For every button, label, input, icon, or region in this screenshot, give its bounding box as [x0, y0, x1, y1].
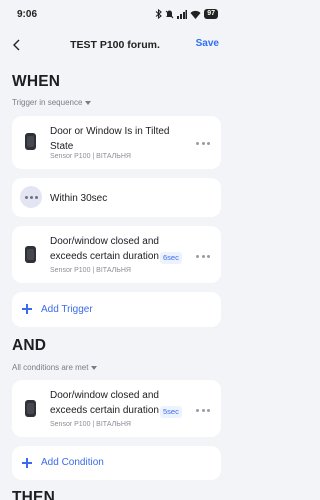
trigger-title: Door/window closed and exceeds certain d… [50, 236, 159, 262]
condition-subtitle: Sensor P100 | ВІТАЛЬНЯ [50, 421, 131, 428]
page-title: TEST P100 forum. [70, 39, 160, 51]
trigger-subtitle: Sensor P100 | ВІТАЛЬНЯ [50, 153, 131, 160]
condition-card-closed-duration[interactable]: Door/window closed and exceeds certain d… [12, 380, 221, 437]
header: TEST P100 forum. Save [0, 32, 230, 58]
trigger-card-delay[interactable]: Within 30sec [12, 178, 221, 217]
duration-tag: 6sec [160, 252, 182, 264]
back-arrow-icon[interactable] [10, 37, 24, 53]
condition-title: Door/window closed and exceeds certain d… [50, 390, 159, 416]
status-time: 9:06 [17, 8, 38, 20]
duration-tag: 5sec [160, 406, 182, 418]
then-section-title: THEN [12, 489, 55, 500]
add-condition-button[interactable]: Add Condition [12, 446, 221, 480]
dropdown-arrow-icon [85, 101, 92, 105]
more-dots-icon [20, 186, 42, 208]
plus-icon [22, 458, 32, 468]
add-trigger-label: Add Trigger [41, 304, 93, 315]
save-button[interactable]: Save [196, 38, 219, 49]
more-options-icon[interactable] [196, 254, 210, 258]
mute-icon [165, 10, 174, 18]
dropdown-arrow-icon [91, 366, 98, 370]
when-section-title: WHEN [12, 73, 61, 90]
more-options-icon[interactable] [196, 141, 210, 145]
bluetooth-icon [155, 9, 163, 19]
sensor-device-icon [25, 246, 36, 263]
sensor-device-icon [25, 400, 36, 417]
condition-mode-dropdown[interactable]: All conditions are met [12, 363, 98, 372]
signal-icon [177, 9, 188, 19]
more-options-icon[interactable] [196, 408, 210, 412]
sensor-device-icon [25, 133, 36, 150]
add-trigger-button[interactable]: Add Trigger [12, 292, 221, 327]
trigger-mode-dropdown[interactable]: Trigger in sequence [12, 98, 92, 107]
status-icons: 97 [155, 9, 218, 19]
wifi-icon [190, 10, 201, 19]
status-bar: 9:06 97 [0, 0, 230, 28]
condition-mode-label: All conditions are met [12, 363, 89, 372]
add-condition-label: Add Condition [41, 457, 104, 468]
delay-title: Within 30sec [50, 193, 108, 204]
plus-icon [22, 304, 32, 314]
trigger-mode-label: Trigger in sequence [12, 98, 83, 107]
and-section-title: AND [12, 337, 47, 354]
trigger-card-tilted[interactable]: Door or Window Is in Tilted State Sensor… [12, 116, 221, 169]
trigger-title: Door or Window Is in Tilted State [50, 126, 170, 152]
trigger-subtitle: Sensor P100 | ВІТАЛЬНЯ [50, 267, 131, 274]
trigger-card-closed-duration[interactable]: Door/window closed and exceeds certain d… [12, 226, 221, 283]
battery-indicator: 97 [204, 9, 218, 19]
